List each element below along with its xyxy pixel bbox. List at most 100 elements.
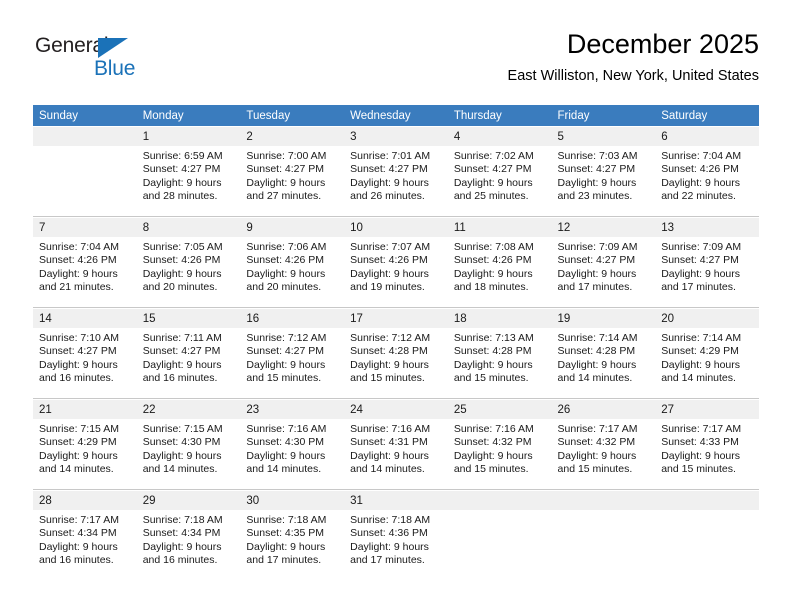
day-number: 16 [240, 309, 345, 328]
weekday-header-sunday: Sunday [33, 105, 137, 126]
sunset-text: Sunset: 4:26 PM [453, 254, 532, 267]
daylight-text-line1: Daylight: 9 hours [246, 540, 326, 553]
calendar-cell-inner: 3 Sunrise: 7:01 AM Sunset: 4:27 PM Daylight… [344, 126, 448, 216]
daylight-text-line2: and 16 minutes. [142, 372, 218, 385]
sunset-text: Sunset: 4:30 PM [246, 436, 325, 449]
calendar-day-cell[interactable]: 20 Sunrise: 7:14 AM Sunset: 4:29 PM Dayligh… [655, 307, 759, 399]
day-number: 1 [136, 127, 241, 146]
weekday-header-tuesday: Tuesday [240, 105, 345, 126]
calendar-day-cell[interactable]: 12 Sunrise: 7:09 AM Sunset: 4:27 PM Dayligh… [551, 216, 656, 308]
daylight-text-line1: Daylight: 9 hours [142, 540, 222, 553]
calendar-day-cell[interactable]: 7 Sunrise: 7:04 AM Sunset: 4:26 PM Daylight… [33, 216, 137, 308]
day-details: Sunrise: 7:10 AM Sunset: 4:27 PM Daylight:… [33, 328, 137, 386]
calendar-day-cell[interactable]: 19 Sunrise: 7:14 AM Sunset: 4:28 PM Dayligh… [551, 307, 656, 399]
calendar-day-cell[interactable]: 28 Sunrise: 7:17 AM Sunset: 4:34 PM Dayligh… [33, 489, 137, 580]
calendar-day-cell[interactable]: 9 Sunrise: 7:06 AM Sunset: 4:26 PM Daylight… [240, 216, 345, 308]
sunset-text: Sunset: 4:27 PM [39, 345, 117, 358]
sunset-text: Sunset: 4:30 PM [142, 436, 221, 449]
calendar-day-cell[interactable]: 29 Sunrise: 7:18 AM Sunset: 4:34 PM Dayligh… [136, 489, 241, 580]
calendar-day-cell[interactable]: 8 Sunrise: 7:05 AM Sunset: 4:26 PM Daylight… [136, 216, 241, 308]
day-number: 11 [447, 218, 552, 237]
day-number: 28 [33, 491, 137, 510]
sunset-text: Sunset: 4:26 PM [350, 254, 428, 267]
sunrise-text: Sunrise: 7:09 AM [557, 241, 638, 253]
calendar-week-row: 21 Sunrise: 7:15 AM Sunset: 4:29 PM Dayligh… [33, 398, 759, 490]
daylight-text-line1: Daylight: 9 hours [557, 358, 637, 371]
calendar-day-cell[interactable]: 1 Sunrise: 6:59 AM Sunset: 4:27 PM Daylight… [136, 126, 241, 217]
calendar-day-cell[interactable]: 21 Sunrise: 7:15 AM Sunset: 4:29 PM Dayligh… [33, 398, 137, 490]
calendar-cell-inner: 4 Sunrise: 7:02 AM Sunset: 4:27 PM Daylight… [447, 126, 552, 216]
weekday-header-thursday: Thursday [447, 105, 552, 126]
daylight-text-line1: Daylight: 9 hours [661, 267, 741, 280]
sunrise-text: Sunrise: 7:15 AM [39, 423, 119, 435]
day-details: Sunrise: 7:08 AM Sunset: 4:26 PM Daylight:… [448, 237, 552, 295]
calendar-cell-inner: 14 Sunrise: 7:10 AM Sunset: 4:27 PM Dayligh… [33, 308, 137, 398]
sunset-text: Sunset: 4:32 PM [557, 436, 636, 449]
calendar-day-cell[interactable]: 10 Sunrise: 7:07 AM Sunset: 4:26 PM Dayligh… [344, 216, 448, 308]
calendar-day-cell[interactable]: 26 Sunrise: 7:17 AM Sunset: 4:32 PM Dayligh… [551, 398, 656, 490]
daylight-text-line1: Daylight: 9 hours [246, 358, 326, 371]
calendar-day-cell[interactable]: 6 Sunrise: 7:04 AM Sunset: 4:26 PM Daylight… [655, 126, 759, 217]
day-number [551, 491, 656, 510]
calendar-cell-inner: 26 Sunrise: 7:17 AM Sunset: 4:32 PM Dayligh… [551, 399, 656, 489]
calendar-cell-inner: 16 Sunrise: 7:12 AM Sunset: 4:27 PM Dayligh… [240, 308, 345, 398]
page-header: General Blue December 2025 East Willisto… [33, 28, 759, 98]
sunrise-text: Sunrise: 7:12 AM [246, 332, 327, 344]
sunset-text: Sunset: 4:26 PM [142, 254, 221, 267]
calendar-day-cell[interactable]: 25 Sunrise: 7:16 AM Sunset: 4:32 PM Dayligh… [447, 398, 552, 490]
calendar-cell-inner: 23 Sunrise: 7:16 AM Sunset: 4:30 PM Dayligh… [240, 399, 345, 489]
calendar-cell-inner: 27 Sunrise: 7:17 AM Sunset: 4:33 PM Dayligh… [655, 399, 759, 489]
calendar-day-cell[interactable]: 4 Sunrise: 7:02 AM Sunset: 4:27 PM Daylight… [447, 126, 552, 217]
day-details: Sunrise: 7:17 AM Sunset: 4:32 PM Daylight:… [552, 419, 656, 477]
sunset-text: Sunset: 4:29 PM [661, 345, 739, 358]
day-number: 3 [344, 127, 448, 146]
day-number: 19 [551, 309, 656, 328]
day-details: Sunrise: 7:06 AM Sunset: 4:26 PM Daylight:… [240, 237, 344, 295]
calendar-day-cell[interactable]: 24 Sunrise: 7:16 AM Sunset: 4:31 PM Dayligh… [344, 398, 448, 490]
calendar-day-cell[interactable]: 27 Sunrise: 7:17 AM Sunset: 4:33 PM Dayligh… [655, 398, 759, 490]
daylight-text-line1: Daylight: 9 hours [350, 358, 429, 371]
calendar-day-cell[interactable]: 13 Sunrise: 7:09 AM Sunset: 4:27 PM Dayligh… [655, 216, 759, 308]
calendar-day-cell[interactable]: 3 Sunrise: 7:01 AM Sunset: 4:27 PM Daylight… [344, 126, 448, 217]
day-details: Sunrise: 7:15 AM Sunset: 4:29 PM Daylight:… [33, 419, 137, 477]
daylight-text-line1: Daylight: 9 hours [246, 449, 326, 462]
brand-logo[interactable]: General Blue [35, 34, 165, 88]
sunrise-text: Sunrise: 7:07 AM [350, 241, 431, 253]
calendar-day-cell[interactable]: 14 Sunrise: 7:10 AM Sunset: 4:27 PM Dayligh… [33, 307, 137, 399]
sunrise-text: Sunrise: 7:17 AM [557, 423, 638, 435]
daylight-text-line2: and 16 minutes. [142, 554, 218, 567]
daylight-text-line1: Daylight: 9 hours [453, 267, 533, 280]
calendar-day-cell[interactable]: 17 Sunrise: 7:12 AM Sunset: 4:28 PM Dayligh… [344, 307, 448, 399]
daylight-text-line2: and 16 minutes. [39, 372, 114, 385]
calendar-cell-inner [33, 126, 137, 216]
daylight-text-line1: Daylight: 9 hours [246, 267, 326, 280]
calendar-day-cell[interactable]: 5 Sunrise: 7:03 AM Sunset: 4:27 PM Daylight… [551, 126, 656, 217]
calendar-day-cell[interactable]: 16 Sunrise: 7:12 AM Sunset: 4:27 PM Dayligh… [240, 307, 345, 399]
sunrise-text: Sunrise: 7:15 AM [142, 423, 223, 435]
calendar-cell-inner: 11 Sunrise: 7:08 AM Sunset: 4:26 PM Dayligh… [447, 217, 552, 307]
calendar-cell-empty [655, 489, 759, 580]
calendar-cell-inner: 30 Sunrise: 7:18 AM Sunset: 4:35 PM Dayligh… [240, 490, 345, 580]
sunset-text: Sunset: 4:27 PM [453, 163, 532, 176]
daylight-text-line2: and 14 minutes. [246, 463, 322, 476]
sunset-text: Sunset: 4:27 PM [557, 254, 636, 267]
calendar-cell-inner: 19 Sunrise: 7:14 AM Sunset: 4:28 PM Dayligh… [551, 308, 656, 398]
calendar-day-cell[interactable]: 11 Sunrise: 7:08 AM Sunset: 4:26 PM Dayligh… [447, 216, 552, 308]
calendar-day-cell[interactable]: 2 Sunrise: 7:00 AM Sunset: 4:27 PM Daylight… [240, 126, 345, 217]
daylight-text-line1: Daylight: 9 hours [453, 358, 533, 371]
calendar-day-cell[interactable]: 30 Sunrise: 7:18 AM Sunset: 4:35 PM Dayligh… [240, 489, 345, 580]
sunset-text: Sunset: 4:27 PM [142, 345, 221, 358]
day-details: Sunrise: 7:04 AM Sunset: 4:26 PM Daylight:… [33, 237, 137, 295]
calendar-day-cell[interactable]: 23 Sunrise: 7:16 AM Sunset: 4:30 PM Dayligh… [240, 398, 345, 490]
calendar-day-cell[interactable]: 22 Sunrise: 7:15 AM Sunset: 4:30 PM Dayligh… [136, 398, 241, 490]
daylight-text-line1: Daylight: 9 hours [39, 540, 118, 553]
calendar-day-cell[interactable]: 31 Sunrise: 7:18 AM Sunset: 4:36 PM Dayligh… [344, 489, 448, 580]
day-details: Sunrise: 7:07 AM Sunset: 4:26 PM Daylight:… [344, 237, 448, 295]
sunrise-text: Sunrise: 7:03 AM [557, 150, 638, 162]
day-number: 27 [655, 400, 759, 419]
calendar-day-cell[interactable]: 18 Sunrise: 7:13 AM Sunset: 4:28 PM Dayligh… [447, 307, 552, 399]
day-number: 18 [447, 309, 552, 328]
calendar-day-cell[interactable]: 15 Sunrise: 7:11 AM Sunset: 4:27 PM Dayligh… [136, 307, 241, 399]
daylight-text-line1: Daylight: 9 hours [350, 176, 429, 189]
calendar-cell-inner: 17 Sunrise: 7:12 AM Sunset: 4:28 PM Dayligh… [344, 308, 448, 398]
